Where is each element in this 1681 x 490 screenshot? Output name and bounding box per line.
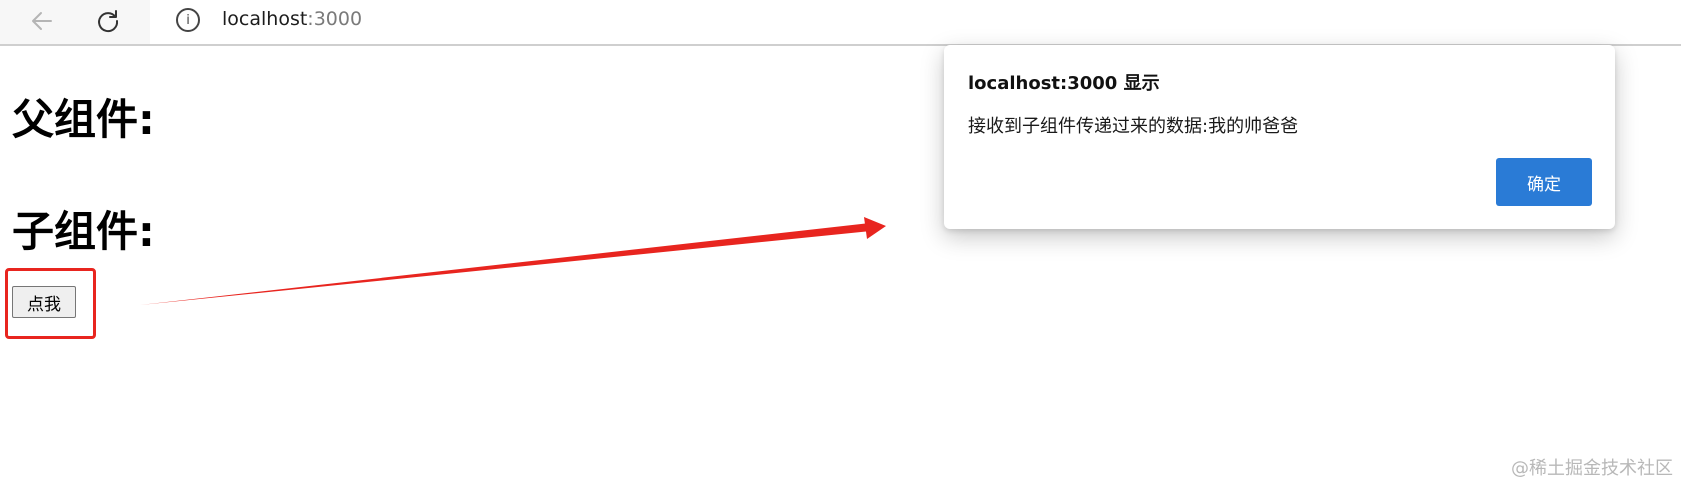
- dialog-message: 接收到子组件传递过来的数据:我的帅爸爸: [968, 116, 1299, 137]
- watermark: @稀土掘金技术社区: [1511, 458, 1673, 479]
- alert-dialog: localhost:3000 显示 接收到子组件传递过来的数据:我的帅爸爸 确定: [944, 45, 1615, 229]
- dialog-title: localhost:3000 显示: [968, 73, 1160, 94]
- ok-button[interactable]: 确定: [1496, 158, 1592, 206]
- annotation-arrow-head: [864, 217, 886, 239]
- annotation-arrow-shaft: [140, 223, 871, 305]
